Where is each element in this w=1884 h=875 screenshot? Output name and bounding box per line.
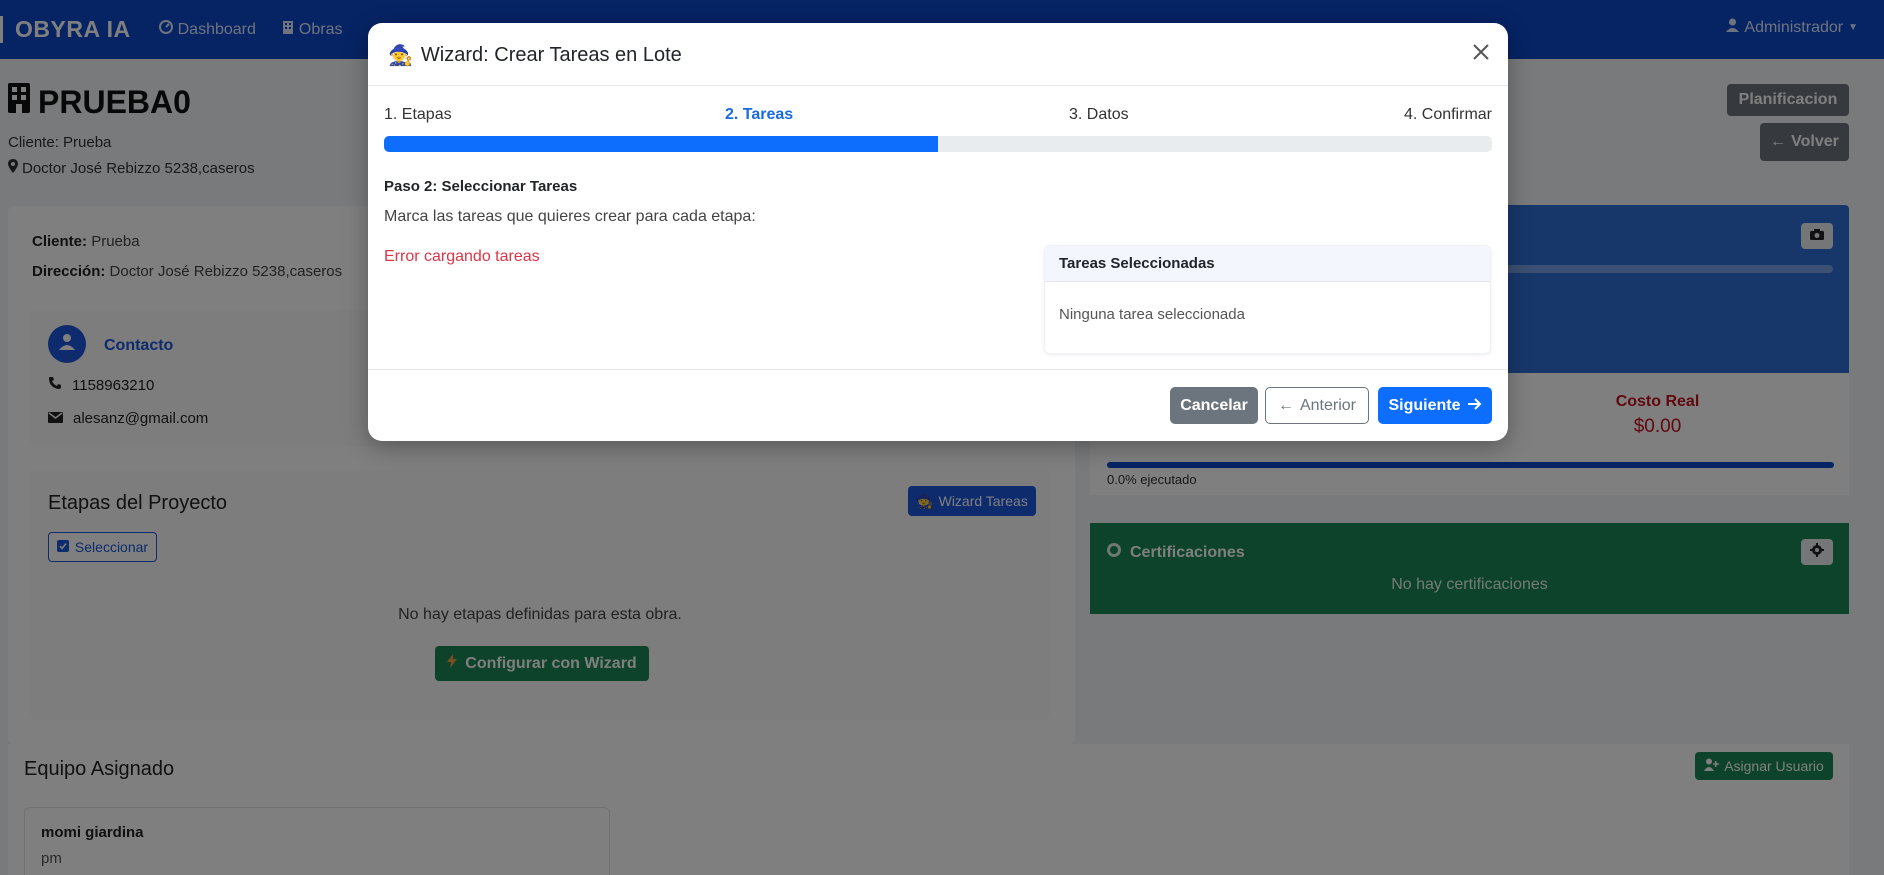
selected-tasks-title: Tareas Seleccionadas [1059,255,1215,272]
selected-tasks-header: Tareas Seleccionadas [1045,246,1490,282]
cancel-button[interactable]: Cancelar [1170,387,1258,424]
modal-footer: Cancelar ← Anterior Siguiente [368,369,1508,441]
wizard-icon: 🧙 [388,45,413,67]
next-label: Siguiente [1388,396,1461,414]
close-button[interactable] [1468,41,1494,67]
selected-tasks-panel: Tareas Seleccionadas Ninguna tarea selec… [1044,245,1491,354]
close-icon [1472,43,1490,66]
modal-title: 🧙 Wizard: Crear Tareas en Lote [388,43,682,68]
step-confirmar: 4. Confirmar [1403,106,1492,123]
selected-tasks-empty: Ninguna tarea seleccionada [1059,306,1245,323]
step-heading: Paso 2: Seleccionar Tareas [384,178,578,195]
step-tareas: 2. Tareas [725,106,794,123]
previous-button[interactable]: ← Anterior [1265,387,1369,424]
step-description: Marca las tareas que quieres crear para … [384,208,756,225]
step-datos: 3. Datos [1069,106,1129,123]
modal-header: 🧙 Wizard: Crear Tareas en Lote [368,23,1508,86]
next-button[interactable]: Siguiente [1378,387,1492,424]
wizard-modal: 🧙 Wizard: Crear Tareas en Lote 1. Etapas… [368,23,1508,441]
previous-label: Anterior [1299,396,1357,414]
modal-title-text: Wizard: Crear Tareas en Lote [420,44,682,66]
wizard-progress-fill [384,136,938,152]
error-message: Error cargando tareas [384,248,540,265]
arrow-right-icon [1467,397,1482,415]
arrow-left-icon: ← [1277,396,1294,414]
wizard-progress [384,136,1492,152]
step-etapas: 1. Etapas [384,106,452,123]
